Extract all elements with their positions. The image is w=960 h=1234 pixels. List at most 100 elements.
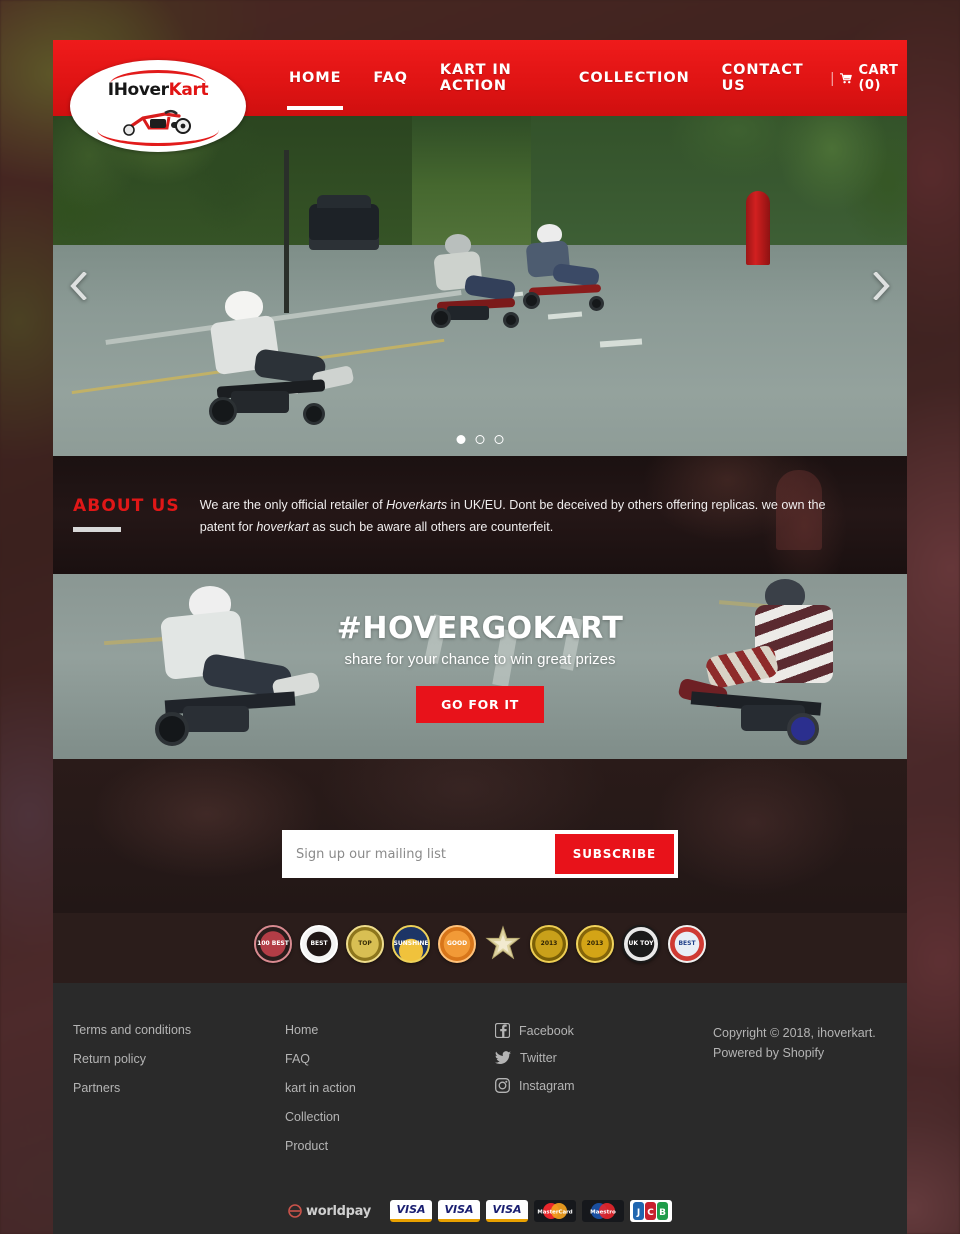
payment-icon-visa-2: VISA (438, 1200, 480, 1222)
hero-carousel (53, 116, 907, 456)
payment-icon-visa-1: VISA (390, 1200, 432, 1222)
svg-text:B: B (659, 1208, 666, 1218)
carousel-next-button[interactable] (865, 269, 899, 303)
footer-link-faq[interactable]: FAQ (285, 1052, 495, 1066)
footer-column-copyright: Copyright © 2018, ihoverkart. Powered by… (705, 1023, 887, 1168)
site-header: IHoverKart HOME FAQ KART IN ACTION COLLE… (53, 40, 907, 152)
svg-text:C: C (647, 1208, 654, 1218)
award-badge-sunshine: SUNSHINE (392, 925, 430, 963)
hero-rider-right (493, 224, 623, 329)
carousel-dot-3[interactable] (494, 435, 504, 444)
promo-banner: #HOVERGOKART share for your chance to wi… (53, 574, 907, 759)
footer-link-terms[interactable]: Terms and conditions (73, 1023, 285, 1037)
award-badge-2013-top-toy: 2013 (576, 925, 614, 963)
page-container: IHoverKart HOME FAQ KART IN ACTION COLLE… (53, 40, 907, 1234)
maestro-circles-icon: Maestro (590, 1203, 616, 1219)
about-body-part1: We are the only official retailer of (199, 498, 387, 512)
mastercard-circles-icon: MasterCard (537, 1203, 573, 1219)
about-body-part3: as such be aware all others are counterf… (308, 520, 554, 535)
footer-link-home[interactable]: Home (285, 1023, 495, 1037)
award-badge-dr-toys-2010: BEST (300, 925, 338, 963)
footer-link-facebook[interactable]: Facebook (495, 1023, 705, 1038)
promo-title: #HOVERGOKART (336, 610, 624, 646)
nav-item-contact-us[interactable]: CONTACT US (706, 40, 821, 116)
footer-link-product[interactable]: Product (285, 1139, 495, 1153)
about-body-em2: hoverkart (256, 520, 309, 535)
svg-text:J: J (636, 1208, 640, 1218)
logo-arc-bottom (97, 130, 219, 146)
carousel-dot-1[interactable] (456, 435, 466, 444)
footer-column-social: Facebook Twitter Instagram (495, 1023, 705, 1168)
nav-separator: | (830, 69, 835, 87)
nav-item-collection[interactable]: COLLECTION (563, 40, 706, 116)
shopping-cart-icon (840, 72, 853, 83)
award-badges-row: 100 BEST BEST TOP SUNSHINE GOOD 2013 201… (53, 913, 907, 983)
logo-wordmark: IHoverKart (108, 82, 209, 99)
newsletter-form: SUBSCRIBE (282, 830, 678, 878)
footer-link-instagram[interactable]: Instagram (495, 1078, 705, 1093)
award-badge-dr-toys-2012: 100 BEST (254, 925, 292, 963)
carousel-dots (456, 435, 504, 444)
hero-rider-front (173, 291, 363, 441)
cart-label: CART (0) (858, 63, 899, 93)
star-award-icon (485, 925, 521, 960)
footer-social-label-facebook: Facebook (519, 1023, 574, 1038)
promo-content: #HOVERGOKART share for your chance to wi… (337, 611, 624, 723)
cart-button[interactable]: CART (0) (840, 63, 907, 93)
award-badge-uk-top-winner: UK TOY (622, 925, 660, 963)
payment-methods-row: worldpay VISA VISA VISA MasterCard Maest… (53, 1186, 907, 1234)
promo-rider-right (657, 579, 857, 759)
footer-link-return-policy[interactable]: Return policy (73, 1052, 285, 1066)
instagram-icon (495, 1078, 510, 1093)
award-badge-top-fun: TOP (346, 925, 384, 963)
logo-arc-top (110, 70, 206, 84)
about-body: We are the only official retailer of Hov… (200, 456, 907, 538)
payment-icon-jcb: J C B (630, 1200, 672, 1222)
site-logo[interactable]: IHoverKart (70, 60, 246, 152)
payment-icon-maestro: Maestro (582, 1200, 624, 1222)
newsletter-email-input[interactable] (282, 830, 555, 878)
nav-item-kart-in-action[interactable]: KART IN ACTION (424, 40, 563, 116)
payment-icon-visa-3: VISA (486, 1200, 528, 1222)
payment-icon-worldpay: worldpay (288, 1200, 384, 1222)
footer-copyright: Copyright © 2018, ihoverkart. Powered by… (713, 1026, 876, 1060)
jcb-logo-icon: J C B (633, 1202, 668, 1220)
payment-icon-mastercard: MasterCard (534, 1200, 576, 1222)
site-footer: Terms and conditions Return policy Partn… (53, 983, 907, 1186)
twitter-icon (495, 1051, 511, 1065)
footer-social-label-twitter: Twitter (520, 1051, 557, 1065)
worldpay-mark-icon (288, 1204, 302, 1218)
about-section: ABOUT US We are the only official retail… (53, 456, 907, 574)
about-body-em1: Hoverkarts (386, 498, 448, 512)
svg-text:MasterCard: MasterCard (537, 1210, 572, 1216)
footer-column-legal: Terms and conditions Return policy Partn… (73, 1023, 285, 1168)
award-badge-good-play: GOOD (438, 925, 476, 963)
footer-link-collection[interactable]: Collection (285, 1110, 495, 1124)
footer-column-nav: Home FAQ kart in action Collection Produ… (285, 1023, 495, 1168)
promo-cta-button[interactable]: GO FOR IT (416, 685, 544, 723)
carousel-dot-2[interactable] (475, 435, 485, 444)
chevron-right-icon (873, 272, 890, 300)
award-badge-star (484, 925, 522, 963)
footer-link-kart-in-action[interactable]: kart in action (285, 1081, 495, 1095)
facebook-icon (495, 1023, 510, 1038)
footer-social-label-instagram: Instagram (519, 1078, 575, 1093)
about-title: ABOUT US (73, 496, 180, 516)
footer-link-partners[interactable]: Partners (73, 1081, 285, 1095)
award-badge-2013-product: 2013 (530, 925, 568, 963)
svg-text:Maestro: Maestro (590, 1210, 616, 1216)
nav-item-faq[interactable]: FAQ (357, 40, 424, 116)
footer-link-twitter[interactable]: Twitter (495, 1051, 705, 1065)
nav-item-home[interactable]: HOME (273, 40, 357, 116)
chevron-left-icon (70, 272, 87, 300)
award-badge-best-toys: BEST (668, 925, 706, 963)
main-navigation: HOME FAQ KART IN ACTION COLLECTION CONTA… (273, 40, 907, 116)
newsletter-subscribe-button[interactable]: SUBSCRIBE (554, 834, 674, 874)
payment-label-worldpay: worldpay (306, 1203, 371, 1219)
about-heading-block: ABOUT US (53, 456, 200, 532)
carousel-prev-button[interactable] (61, 269, 95, 303)
promo-subtitle: share for your chance to win great prize… (344, 650, 616, 668)
hero-slide-image (53, 116, 907, 456)
about-underline (73, 527, 121, 532)
promo-rider-left (103, 584, 321, 759)
